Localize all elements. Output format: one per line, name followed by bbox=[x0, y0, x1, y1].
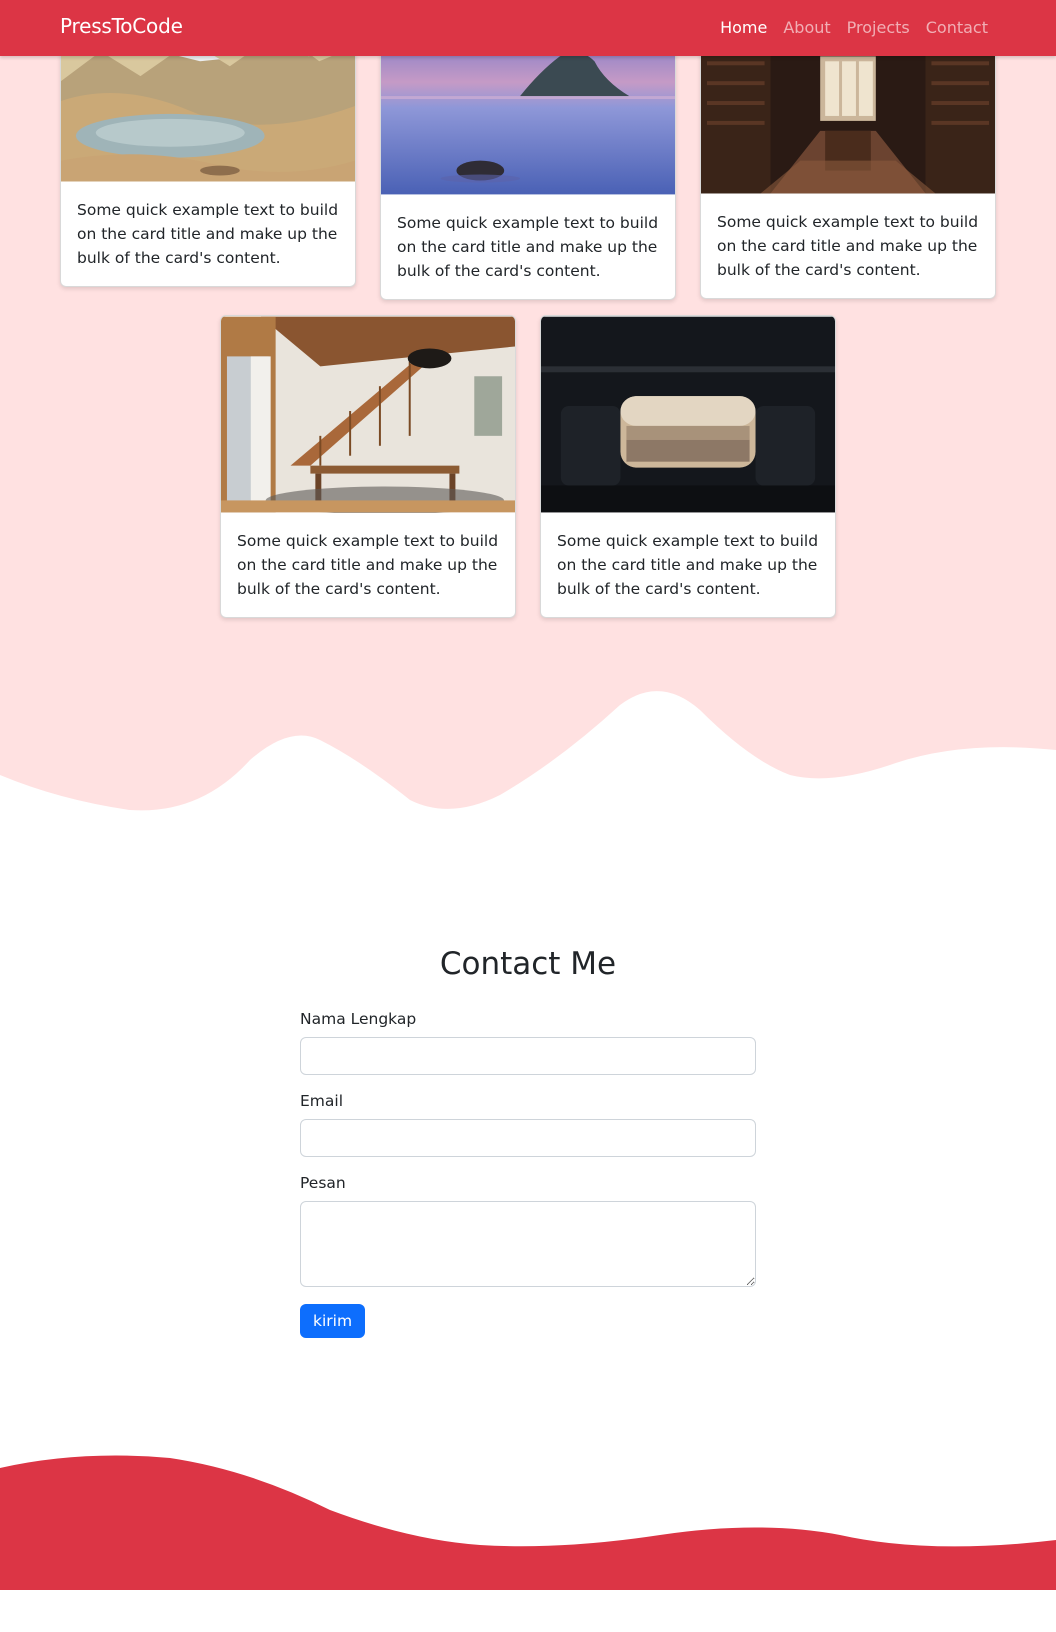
project-card: Some quick example text to build on the … bbox=[380, 20, 676, 300]
nav-link-home[interactable]: Home bbox=[720, 18, 767, 37]
card-body: Some quick example text to build on the … bbox=[61, 182, 355, 286]
nav-links: Home About Projects Contact bbox=[720, 18, 988, 37]
project-card: Some quick example text to build on the … bbox=[220, 315, 516, 618]
section-wave-divider bbox=[0, 691, 1056, 870]
contact-title: Contact Me bbox=[439, 946, 617, 982]
message-group: Pesan bbox=[300, 1174, 756, 1287]
card-body: Some quick example text to build on the … bbox=[701, 194, 995, 298]
nav-link-about[interactable]: About bbox=[783, 18, 830, 37]
train-window-image bbox=[541, 316, 835, 513]
email-label: Email bbox=[300, 1092, 344, 1110]
contact-form: Nama Lengkap Email Pesan kirim bbox=[300, 1010, 756, 1338]
email-input[interactable] bbox=[300, 1119, 756, 1157]
email-group: Email bbox=[300, 1092, 756, 1157]
name-group: Nama Lengkap bbox=[300, 1010, 756, 1075]
dining-room-image bbox=[221, 316, 515, 513]
name-label: Nama Lengkap bbox=[300, 1010, 417, 1028]
nav-link-contact[interactable]: Contact bbox=[926, 18, 988, 37]
card-body: Some quick example text to build on the … bbox=[541, 513, 835, 617]
project-card: Some quick example text to build on the … bbox=[540, 315, 836, 618]
project-card: Some quick example text to build on the … bbox=[60, 20, 356, 287]
card-text: Some quick example text to build on the … bbox=[237, 532, 499, 598]
navbar: PressToCode Home About Projects Contact bbox=[0, 0, 1056, 56]
card-body: Some quick example text to build on the … bbox=[381, 195, 675, 299]
brand-logo[interactable]: PressToCode bbox=[60, 14, 183, 38]
card-text: Some quick example text to build on the … bbox=[717, 213, 979, 279]
submit-button[interactable]: kirim bbox=[300, 1304, 366, 1338]
card-text: Some quick example text to build on the … bbox=[397, 214, 659, 280]
card-text: Some quick example text to build on the … bbox=[557, 532, 819, 598]
name-input[interactable] bbox=[300, 1037, 756, 1075]
project-card: Some quick example text to build on the … bbox=[700, 20, 996, 299]
card-text: Some quick example text to build on the … bbox=[77, 201, 339, 267]
footer-wave bbox=[0, 1455, 1056, 1590]
nav-link-projects[interactable]: Projects bbox=[847, 18, 910, 37]
card-body: Some quick example text to build on the … bbox=[221, 513, 515, 617]
message-textarea[interactable] bbox=[300, 1201, 756, 1287]
message-label: Pesan bbox=[300, 1174, 346, 1192]
projects-section: Some quick example text to build on the … bbox=[0, 0, 1056, 870]
